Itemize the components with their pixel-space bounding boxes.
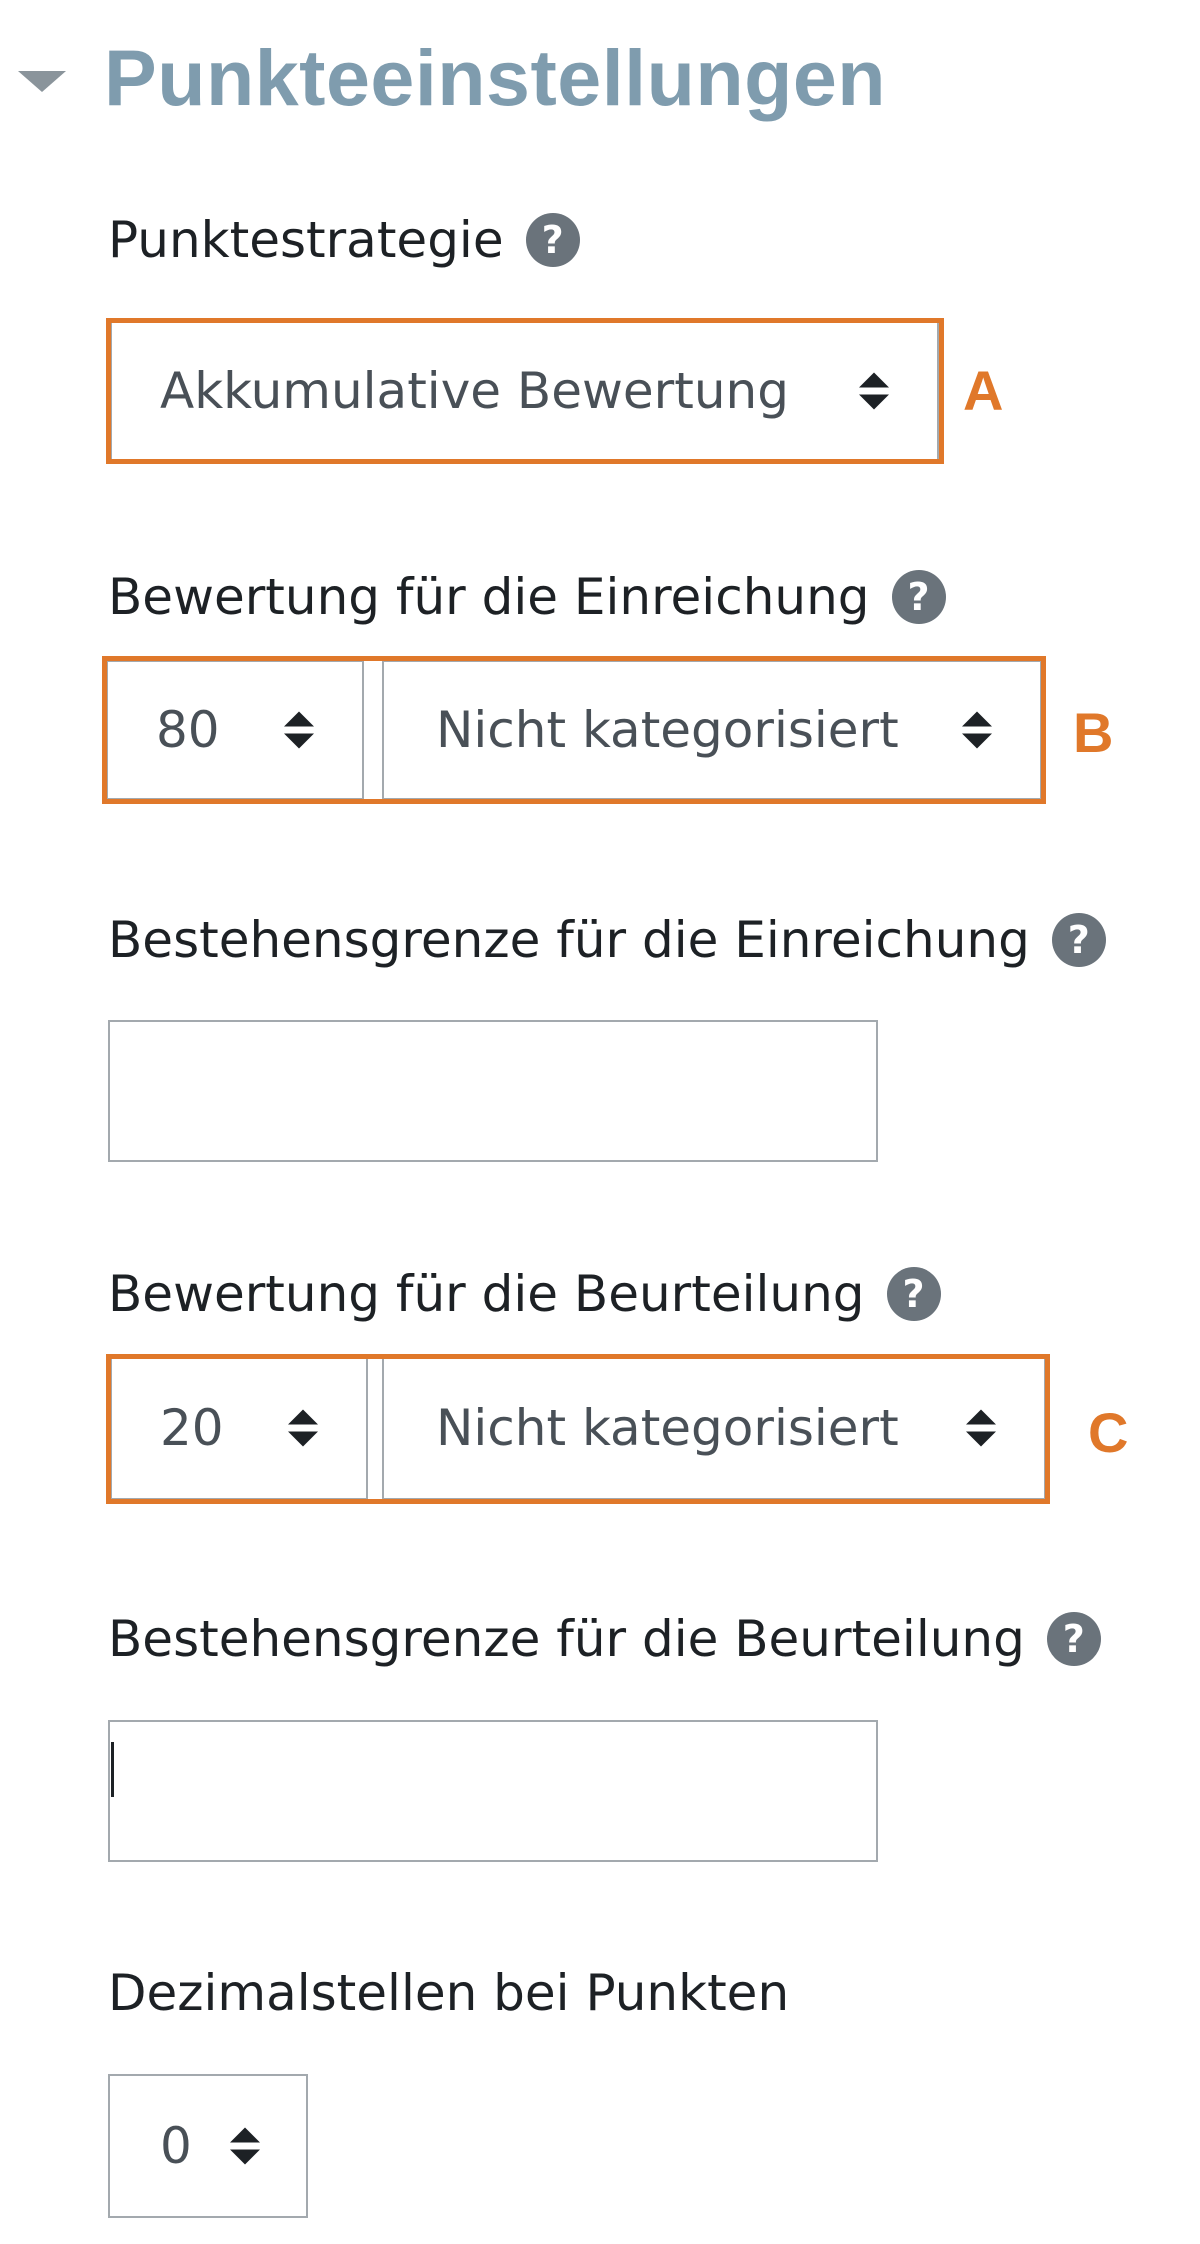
help-icon[interactable]: ? — [891, 570, 946, 624]
assessment-points-select[interactable]: 20 — [110, 1356, 368, 1500]
submission-category-select[interactable]: Nicht kategorisiert — [382, 660, 1042, 800]
sort-arrows-icon — [284, 711, 314, 749]
submission-points-select[interactable]: 80 — [106, 660, 364, 800]
submission-pass-input[interactable] — [108, 1020, 878, 1162]
grading-strategy-select[interactable]: Akkumulative Bewertung — [110, 320, 939, 462]
decimals-label: Dezimalstellen bei Punkten — [108, 1964, 790, 2022]
submission-pass-label-text: Bestehensgrenze für die Einreichung — [108, 911, 1030, 969]
help-icon[interactable]: ? — [1046, 1612, 1101, 1666]
decimals-value: 0 — [160, 2117, 192, 2175]
grading-strategy-label-text: Punktestrategie — [108, 211, 504, 269]
marker-b: B — [1073, 701, 1114, 764]
sort-arrows-icon — [966, 1409, 996, 1447]
sort-arrows-icon — [859, 372, 889, 410]
help-icon[interactable]: ? — [1051, 913, 1106, 967]
submission-grade-label-text: Bewertung für die Einreichung — [108, 568, 870, 626]
text-cursor — [111, 1742, 114, 1797]
help-icon[interactable]: ? — [525, 213, 580, 267]
sort-arrows-icon — [288, 1409, 318, 1447]
submission-category-value: Nicht kategorisiert — [436, 701, 899, 759]
sort-arrows-icon — [230, 2127, 260, 2165]
assessment-pass-label-text: Bestehensgrenze für die Beurteilung — [108, 1610, 1025, 1668]
submission-grade-label: Bewertung für die Einreichung ? — [108, 562, 946, 632]
caret-down-icon[interactable] — [18, 70, 66, 92]
assessment-pass-input[interactable] — [108, 1720, 878, 1862]
assessment-category-select[interactable]: Nicht kategorisiert — [382, 1356, 1046, 1500]
submission-points-value: 80 — [156, 701, 220, 759]
section-title: Punkteeinstellungen — [104, 33, 887, 122]
submission-pass-label: Bestehensgrenze für die Einreichung ? — [108, 905, 1106, 975]
assessment-grade-label: Bewertung für die Beurteilung ? — [108, 1259, 941, 1329]
grading-strategy-value: Akkumulative Bewertung — [160, 362, 789, 420]
section-header[interactable]: Punkteeinstellungen — [18, 28, 886, 128]
marker-c: C — [1088, 1401, 1129, 1464]
marker-a: A — [963, 359, 1004, 422]
assessment-pass-label: Bestehensgrenze für die Beurteilung ? — [108, 1604, 1101, 1674]
decimals-select[interactable]: 0 — [108, 2074, 308, 2218]
assessment-category-value: Nicht kategorisiert — [436, 1399, 899, 1457]
assessment-points-value: 20 — [160, 1399, 224, 1457]
help-icon[interactable]: ? — [886, 1267, 941, 1321]
grading-strategy-label: Punktestrategie ? — [108, 205, 580, 275]
sort-arrows-icon — [962, 711, 992, 749]
assessment-grade-label-text: Bewertung für die Beurteilung — [108, 1265, 865, 1323]
